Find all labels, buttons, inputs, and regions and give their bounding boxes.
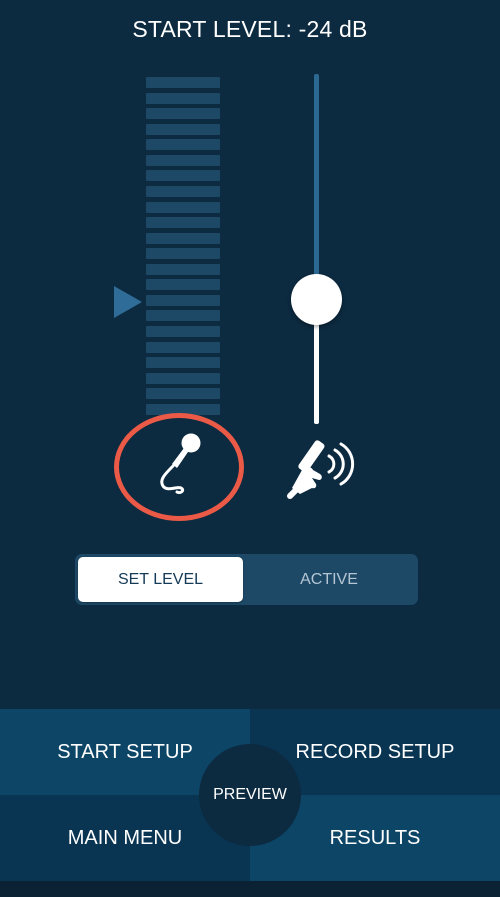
meter-segment xyxy=(146,154,220,166)
meter-segment xyxy=(146,92,220,104)
active-tab[interactable]: ACTIVE xyxy=(243,557,415,602)
start-level-title: START LEVEL: -24 dB xyxy=(132,16,368,42)
meter-segment xyxy=(146,108,220,120)
meter-segment xyxy=(146,357,220,369)
level-marker xyxy=(114,286,142,318)
meter-segment xyxy=(146,123,220,135)
microphone-icon xyxy=(160,433,201,494)
meter-segment xyxy=(146,294,220,306)
meter-segment xyxy=(146,232,220,244)
meter-segment xyxy=(146,279,220,291)
remote-source-button[interactable] xyxy=(286,436,356,500)
meter-segment xyxy=(146,388,220,400)
meter-segment xyxy=(146,248,220,260)
set-level-tab[interactable]: SET LEVEL xyxy=(78,557,243,602)
gain-slider[interactable] xyxy=(291,74,343,426)
microphone-source-button[interactable] xyxy=(114,413,244,521)
meter-segment xyxy=(146,185,220,197)
meter-segment xyxy=(146,217,220,229)
meter-segment xyxy=(146,310,220,322)
meter-segment xyxy=(146,326,220,337)
meter-segment xyxy=(146,170,220,182)
mode-segmented-control: SET LEVEL ACTIVE xyxy=(75,554,418,605)
bottom-bar xyxy=(0,881,500,897)
slider-track-upper xyxy=(314,74,319,304)
slider-thumb[interactable] xyxy=(291,274,342,325)
meter-segment xyxy=(146,341,220,353)
remote-control-icon xyxy=(287,440,355,499)
meter-segment xyxy=(146,372,220,384)
preview-button[interactable]: PREVIEW xyxy=(199,744,301,846)
meter-segment xyxy=(146,263,220,275)
level-meter xyxy=(146,77,220,415)
meter-segment xyxy=(146,201,220,213)
meter-segment xyxy=(146,77,220,88)
meter-segment xyxy=(146,139,220,151)
